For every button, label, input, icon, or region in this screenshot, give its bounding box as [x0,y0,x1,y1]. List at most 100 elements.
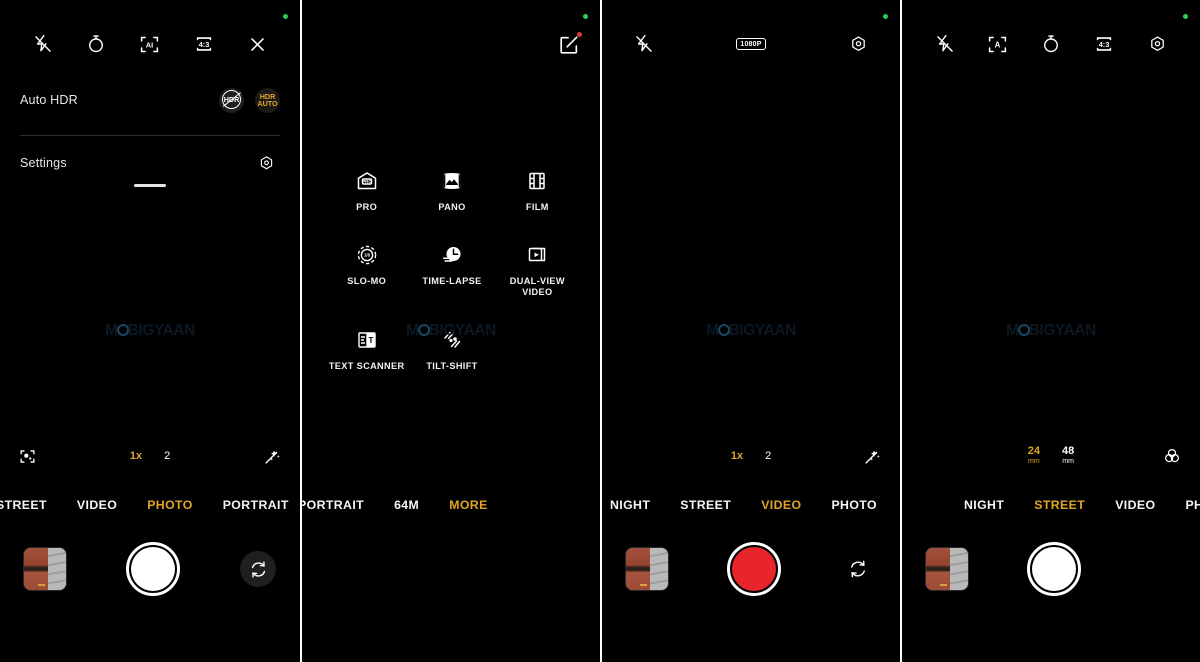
gallery-thumbnail[interactable] [626,548,668,590]
mode-street[interactable]: STREET [1034,498,1085,512]
mode-tile-dual-view-video[interactable]: DUAL-VIEW VIDEO [495,242,580,299]
mode-tile-slo-mo[interactable]: 1/8 SLO-MO [324,242,409,299]
mode-more[interactable]: MORE [449,498,488,512]
ai-scene-icon[interactable]: AI [136,30,164,58]
gear-icon[interactable] [844,30,872,58]
zoom-levels: 1x 2 [62,450,238,462]
record-button[interactable] [727,542,781,596]
flash-off-icon[interactable] [931,30,959,58]
mode-tile-label: TILT-SHIFT [426,360,478,371]
focal-length-options: 24 mm 48 mm [964,444,1138,467]
mode-strip[interactable]: STREET VIDEO PHOTO PORTRAIT 64M [0,494,300,516]
shutter-row [0,540,300,598]
mode-strip[interactable]: NIGHT STREET VIDEO PHOTO [902,494,1200,516]
slow-motion-icon: 1/8 [355,242,379,268]
zoom-level-2x[interactable]: 2 [765,450,771,462]
zoom-level-2x[interactable]: 2 [164,450,170,462]
shutter-core [1032,547,1076,591]
settings-row[interactable]: Settings [0,149,300,177]
mode-tile-label: FILM [525,202,549,212]
mode-strip[interactable]: PORTRAIT 64M MORE [302,494,600,516]
privacy-indicator-dot [583,14,588,19]
watermark-rest: BIGYAAN [1028,322,1097,339]
mode-portrait[interactable]: PORTRAIT [223,498,289,512]
mode-tile-film[interactable]: FILM [495,168,580,214]
watermark-rest: BIGYAAN [728,322,797,339]
aspect-ratio-icon[interactable]: 4:3 [1090,30,1118,58]
ai-scene-icon[interactable]: A [984,30,1012,58]
mode-tile-label: SLO-MO [347,275,387,286]
mode-tile-label: TIME-LAPSE [422,275,482,286]
mode-tile-pro[interactable]: PRO PRO [324,168,409,214]
mode-tile-label: DUAL-VIEW VIDEO [509,275,565,298]
thumbnail-image [926,548,968,590]
sheet-drag-handle[interactable] [134,184,166,187]
watermark-m: M [406,322,419,339]
mode-video[interactable]: VIDEO [761,498,801,512]
mode-street[interactable]: STREET [0,498,47,512]
flash-off-icon[interactable] [630,30,658,58]
flash-off-icon[interactable] [29,30,57,58]
mode-64m[interactable]: 64M [394,498,419,512]
mode-tile-label: PANO [438,202,466,212]
mode-video[interactable]: VIDEO [1115,498,1155,512]
mode-video[interactable]: VIDEO [77,498,117,512]
magic-wand-icon[interactable] [838,442,882,470]
video-panel: 1080P M BIGYAAN 1x 2 NIGHT STREET VIDEO … [600,0,900,662]
focal-length-row: 24 mm 48 mm [902,443,1200,469]
focus-lens-icon[interactable] [18,442,62,470]
shutter-button[interactable] [126,542,180,596]
mode-photo[interactable]: PHOTO [1185,498,1200,512]
svg-text:4:3: 4:3 [1099,40,1110,49]
mode-tile-time-lapse[interactable]: TIME-LAPSE [409,242,494,299]
hdr-auto-button[interactable]: HDR AUTO [255,87,280,113]
watermark: M BIGYAAN [706,322,796,340]
thumbnail-detail [940,584,947,586]
top-icon-bar: 1080P [602,30,900,58]
film-icon [525,168,549,194]
close-icon[interactable] [243,30,271,58]
focal-24mm[interactable]: 24 mm [1028,445,1040,467]
gear-icon[interactable] [1143,30,1171,58]
zoom-level-1x[interactable]: 1x [130,450,142,462]
svg-text:PRO: PRO [362,179,372,184]
thumbnail-image [24,548,66,590]
timer-icon[interactable] [1037,30,1065,58]
mode-night[interactable]: NIGHT [610,498,650,512]
color-filter-icon[interactable] [1138,442,1182,470]
mode-tile-pano[interactable]: PANO [409,168,494,214]
panorama-icon [440,168,464,194]
watermark-m: M [706,322,719,339]
mode-street[interactable]: STREET [680,498,731,512]
camera-flip-icon[interactable] [840,551,876,587]
mode-tile-text-scanner[interactable]: T TEXT SCANNER [324,327,409,373]
magic-wand-icon[interactable] [238,442,282,470]
timer-icon[interactable] [82,30,110,58]
mode-night[interactable]: NIGHT [964,498,1004,512]
sheet-divider [20,135,280,136]
top-icon-bar: A 4:3 [902,30,1200,58]
mode-portrait[interactable]: PORTRAIT [302,498,364,512]
shutter-core [131,547,175,591]
shutter-button[interactable] [1027,542,1081,596]
zoom-level-1x[interactable]: 1x [731,450,743,462]
camera-flip-icon[interactable] [240,551,276,587]
mode-photo[interactable]: PHOTO [147,498,193,512]
mode-strip[interactable]: NIGHT STREET VIDEO PHOTO PORTRA [602,494,900,516]
focal-24mm-unit: mm [1028,457,1040,465]
aspect-ratio-icon[interactable]: 4:3 [190,30,218,58]
svg-text:4:3: 4:3 [198,40,209,49]
mode-photo[interactable]: PHOTO [831,498,877,512]
gallery-thumbnail[interactable] [926,548,968,590]
notification-badge-dot [577,32,582,37]
edit-modes-icon[interactable] [558,32,582,56]
more-modes-panel: PRO PRO PANO FILM 1/8 SLO-MO TIME-LAPSE … [300,0,600,662]
focal-48mm[interactable]: 48 mm [1062,444,1075,467]
hdr-off-button[interactable]: HDR [219,87,244,113]
svg-text:A: A [995,40,1001,49]
gallery-thumbnail[interactable] [24,548,66,590]
gear-icon[interactable] [252,149,280,177]
video-resolution-badge[interactable]: 1080P [736,38,766,50]
focal-48mm-number: 48 [1062,444,1075,457]
thumbnail-detail [640,584,647,586]
